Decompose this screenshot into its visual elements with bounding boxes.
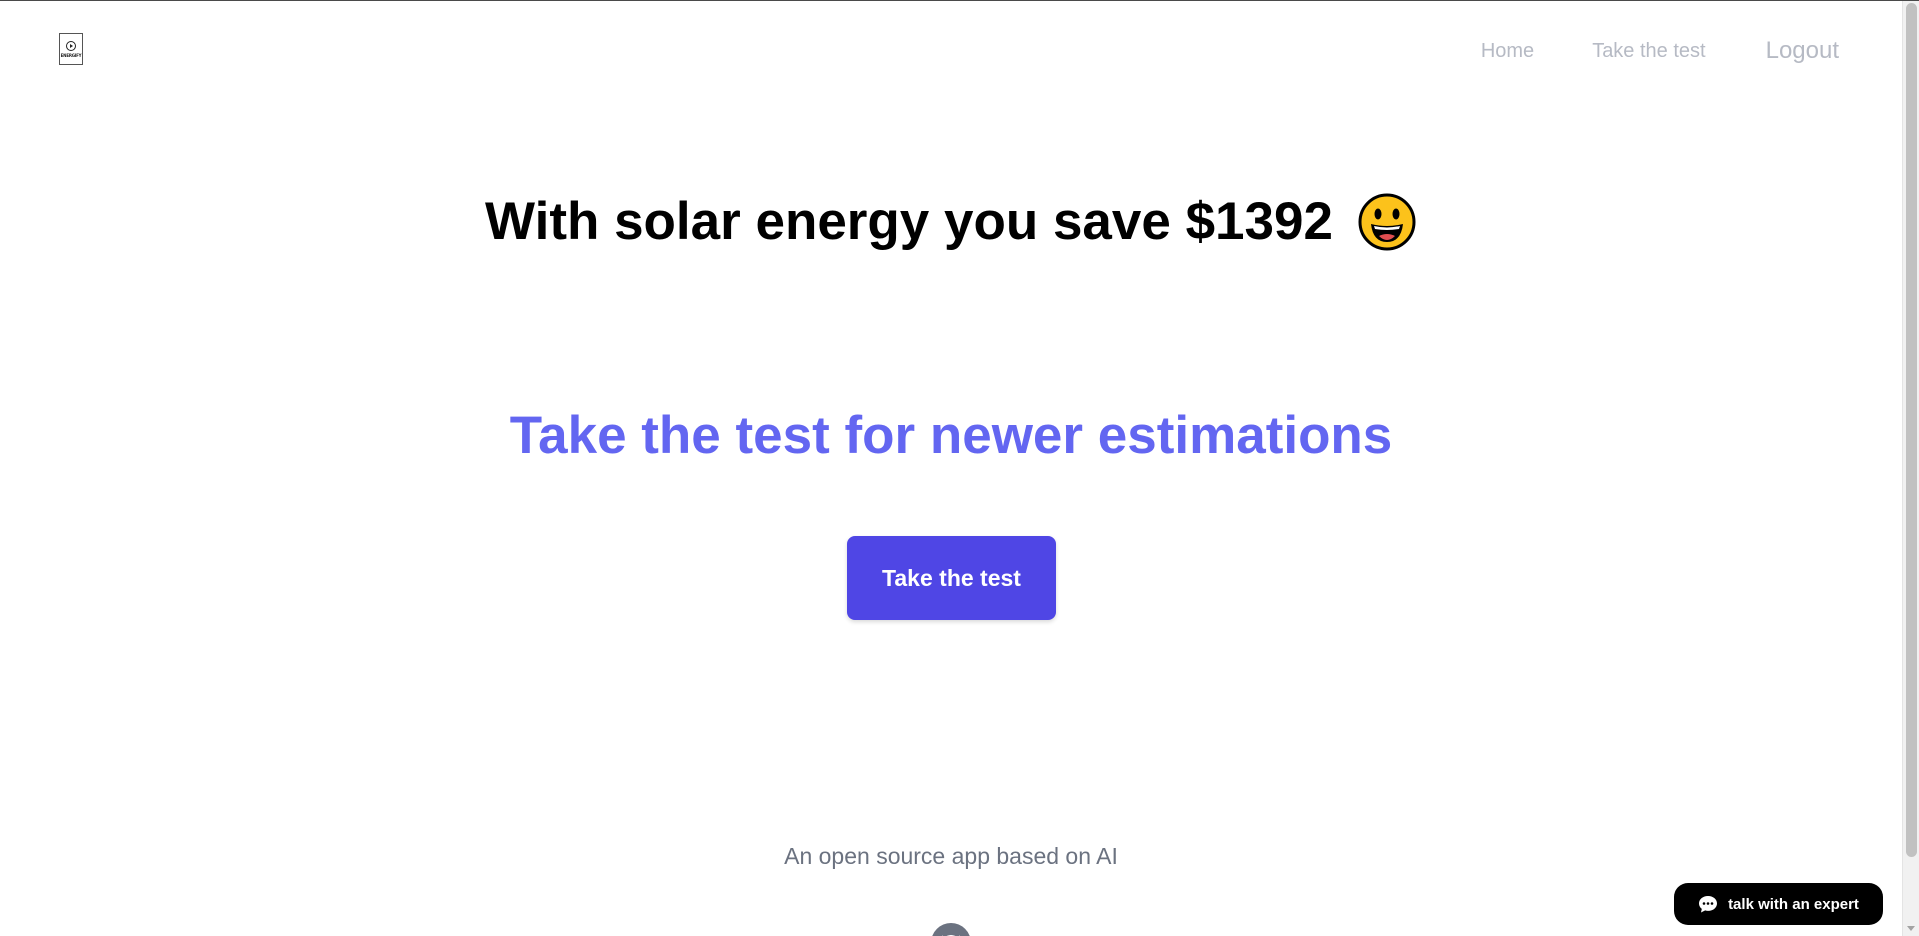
github-icon[interactable] bbox=[931, 923, 971, 936]
logo-text: ENERGIFY bbox=[60, 52, 82, 58]
nav-take-test-link[interactable]: Take the test bbox=[1592, 40, 1705, 63]
nav-logout-link[interactable]: Logout bbox=[1766, 37, 1839, 65]
nav-home-link[interactable]: Home bbox=[1481, 40, 1534, 63]
talk-with-expert-button[interactable]: talk with an expert bbox=[1674, 883, 1883, 925]
page: ENERGIFY Home Take the test Logout With … bbox=[0, 0, 1919, 936]
savings-headline-text: With solar energy you save $1392 bbox=[485, 192, 1333, 251]
smiley-face-icon bbox=[1358, 193, 1416, 250]
test-subheadline: Take the test for newer estimations bbox=[509, 406, 1393, 465]
scroll-down-arrow-icon[interactable] bbox=[1907, 926, 1915, 931]
footer-tagline: An open source app based on AI bbox=[784, 843, 1118, 869]
take-test-button[interactable]: Take the test bbox=[847, 536, 1056, 620]
logo[interactable]: ENERGIFY bbox=[59, 33, 83, 65]
scrollbar-thumb[interactable] bbox=[1906, 3, 1917, 857]
chat-label: talk with an expert bbox=[1728, 895, 1859, 913]
top-nav: Home Take the test Logout bbox=[1423, 37, 1839, 65]
vertical-scrollbar[interactable] bbox=[1902, 1, 1919, 936]
chat-bubble-icon bbox=[1699, 896, 1718, 913]
energy-logo-icon bbox=[66, 40, 76, 51]
savings-headline: With solar energy you save $1392 bbox=[0, 191, 1902, 252]
